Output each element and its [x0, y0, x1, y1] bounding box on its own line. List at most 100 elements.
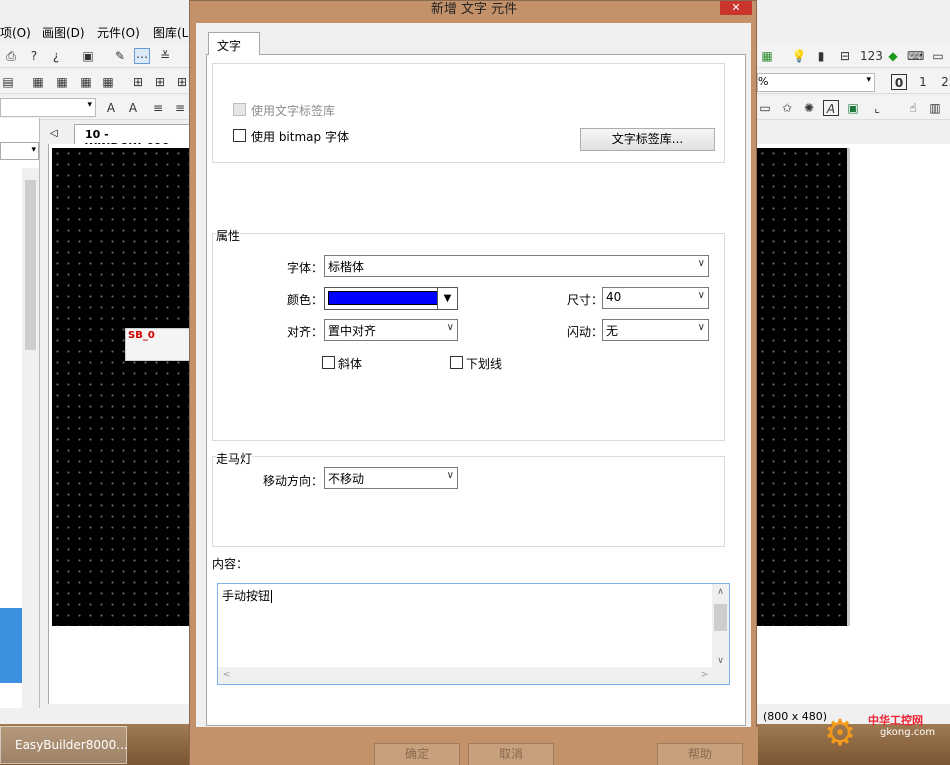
picture-icon[interactable]: ▣ — [845, 100, 861, 116]
pen-icon[interactable]: ✎ — [112, 48, 128, 64]
numeric-icon[interactable]: ⊟ — [837, 48, 853, 64]
context-help-icon[interactable]: ¿ — [48, 48, 64, 64]
bulb-icon[interactable]: 💡 — [791, 48, 807, 64]
use-bitmap-font-label: 使用 bitmap 字体 — [251, 130, 349, 144]
panel-selected-item[interactable] — [0, 608, 22, 683]
ok-button[interactable]: 确定 — [374, 743, 460, 765]
diamond-icon[interactable]: ◆ — [885, 48, 901, 64]
layer-2-icon[interactable]: ▦ — [54, 74, 70, 90]
panel-scroll-thumb[interactable] — [25, 180, 36, 350]
cancel-button[interactable]: 取消 — [468, 743, 554, 765]
distribute-3-icon[interactable]: ⊞ — [174, 74, 190, 90]
toolbar-value-1[interactable]: 1 — [915, 74, 931, 90]
toolbar-left-2: ▤ ▦ ▦ ▦ ▦ ⊞ ⊞ ⊞ — [0, 70, 190, 94]
switch-object[interactable]: SB_0 — [125, 328, 190, 361]
align-select-value: 置中对齐 — [328, 324, 377, 338]
screen-canvas-right[interactable] — [757, 148, 850, 626]
content-text: 手动按钮 — [222, 587, 273, 604]
text-tool-icon[interactable]: A — [823, 100, 839, 116]
toolbar-left-3: ▾ A A ≡ ≡ — [0, 96, 190, 120]
text-caret — [271, 590, 273, 603]
blink-select[interactable]: 无 ∨ — [602, 319, 709, 341]
content-textarea[interactable]: 手动按钮 ∧ ∨ < > — [217, 583, 730, 685]
size-select[interactable]: 40 ∨ — [602, 287, 709, 309]
font-shrink-icon[interactable]: A — [125, 100, 141, 116]
align-icon[interactable]: ≚ — [157, 48, 173, 64]
color-dropdown-icon[interactable]: ▼ — [437, 288, 457, 309]
window-icon[interactable]: ▭ — [930, 48, 946, 64]
screen-canvas-left[interactable] — [52, 148, 190, 626]
text-library-button[interactable]: 文字标签库... — [580, 128, 715, 151]
counter-icon[interactable]: 123 — [860, 48, 883, 64]
tab-text[interactable]: 文字 — [208, 32, 260, 55]
content-horizontal-scrollbar[interactable]: < > — [218, 667, 729, 684]
rectangle-icon[interactable]: ▭ — [757, 100, 773, 116]
switch-icon[interactable]: ▮ — [813, 48, 829, 64]
object-icon[interactable]: ▣ — [80, 48, 96, 64]
hand-icon[interactable]: ☝ — [905, 100, 921, 116]
dialog-body: 文字 使用文字标签库 使用 bitmap 字体 文字标签库... 属性 字体： … — [196, 23, 751, 765]
scale-icon[interactable]: ⌞ — [869, 100, 885, 116]
align-select[interactable]: 置中对齐 ∨ — [324, 319, 458, 341]
font-label: 字体： — [287, 261, 324, 275]
color-swatch — [328, 291, 438, 305]
panel-combo[interactable]: ▾ — [0, 142, 39, 160]
print-icon[interactable]: ⎙ — [3, 48, 19, 64]
font-grow-icon[interactable]: A — [103, 100, 119, 116]
toolbar-right-2: % ▾ 0 1 2 — [757, 70, 950, 94]
underline-checkbox[interactable] — [450, 356, 463, 369]
layer-4-icon[interactable]: ▦ — [100, 74, 116, 90]
help-icon[interactable]: ? — [26, 48, 42, 64]
use-bitmap-font-checkbox[interactable] — [233, 129, 246, 142]
menu-objects[interactable]: 元件(O) — [97, 24, 140, 41]
project-panel: ▾ — [0, 118, 40, 708]
underline-label: 下划线 — [466, 357, 503, 371]
chevron-right-icon[interactable]: > — [696, 667, 713, 684]
menu-library[interactable]: 图库(L — [153, 24, 188, 41]
grid-icon[interactable]: ⋯ — [134, 48, 150, 64]
taskbar-easybuilder-label: EasyBuilder8000... — [15, 738, 128, 752]
italic-checkbox[interactable] — [322, 356, 335, 369]
panel-scrollbar[interactable] — [22, 168, 39, 708]
layer-3-icon[interactable]: ▦ — [78, 74, 94, 90]
menu-options[interactable]: 项(O) — [0, 24, 31, 41]
chevron-down-icon: ∨ — [697, 290, 705, 301]
zoom-combo[interactable]: % ▾ — [757, 73, 875, 92]
keyboard-icon[interactable]: ⌨ — [907, 48, 924, 64]
font-select[interactable]: 标楷体 ∨ — [324, 255, 709, 277]
table-icon[interactable]: ▦ — [759, 48, 775, 64]
chevron-left-icon[interactable]: < — [218, 667, 235, 684]
gkong-logo-sub: gkong.com — [880, 727, 936, 738]
tab-window-010[interactable]: 10 - WINDOW_010 — [74, 124, 190, 154]
distribute-2-icon[interactable]: ⊞ — [152, 74, 168, 90]
content-scroll-thumb[interactable] — [714, 604, 727, 631]
use-text-library-checkbox[interactable] — [233, 103, 246, 116]
align-center-icon[interactable]: ≡ — [172, 100, 188, 116]
color-label: 颜色： — [287, 293, 324, 307]
layer-icon[interactable]: ▦ — [30, 74, 46, 90]
taskbar-easybuilder[interactable]: EasyBuilder8000... — [0, 726, 128, 764]
distribute-icon[interactable]: ⊞ — [130, 74, 146, 90]
font-combo[interactable]: ▾ — [0, 98, 96, 117]
gkong-gear-icon: ⚙ — [823, 713, 857, 754]
toolbar-value-2[interactable]: 2 — [937, 74, 950, 90]
chevron-down-icon: ∨ — [697, 258, 705, 269]
font-select-value: 标楷体 — [328, 260, 365, 274]
help-button[interactable]: 帮助 — [657, 743, 743, 765]
book-icon[interactable]: ▥ — [927, 100, 943, 116]
direction-select[interactable]: 不移动 ∨ — [324, 467, 458, 489]
chevron-down-icon: ▾ — [87, 100, 92, 110]
content-vertical-scrollbar[interactable]: ∧ ∨ — [712, 584, 729, 669]
blink-label: 闪动： — [567, 325, 604, 339]
tab-scroll-left-icon[interactable]: ◁ — [44, 124, 74, 144]
close-button[interactable]: ✕ — [720, 1, 752, 15]
menu-bar: 项(O) 画图(D) 元件(O) 图库(L — [0, 22, 190, 42]
edit-icon[interactable]: ▤ — [0, 74, 16, 90]
menu-draw[interactable]: 画图(D) — [42, 24, 85, 41]
chevron-up-icon[interactable]: ∧ — [712, 584, 729, 600]
toolbar-value-0[interactable]: 0 — [891, 74, 907, 90]
star-icon[interactable]: ✩ — [779, 100, 795, 116]
burst-icon[interactable]: ✺ — [801, 100, 817, 116]
color-picker[interactable]: ▼ — [324, 287, 458, 310]
align-left-icon[interactable]: ≡ — [150, 100, 166, 116]
